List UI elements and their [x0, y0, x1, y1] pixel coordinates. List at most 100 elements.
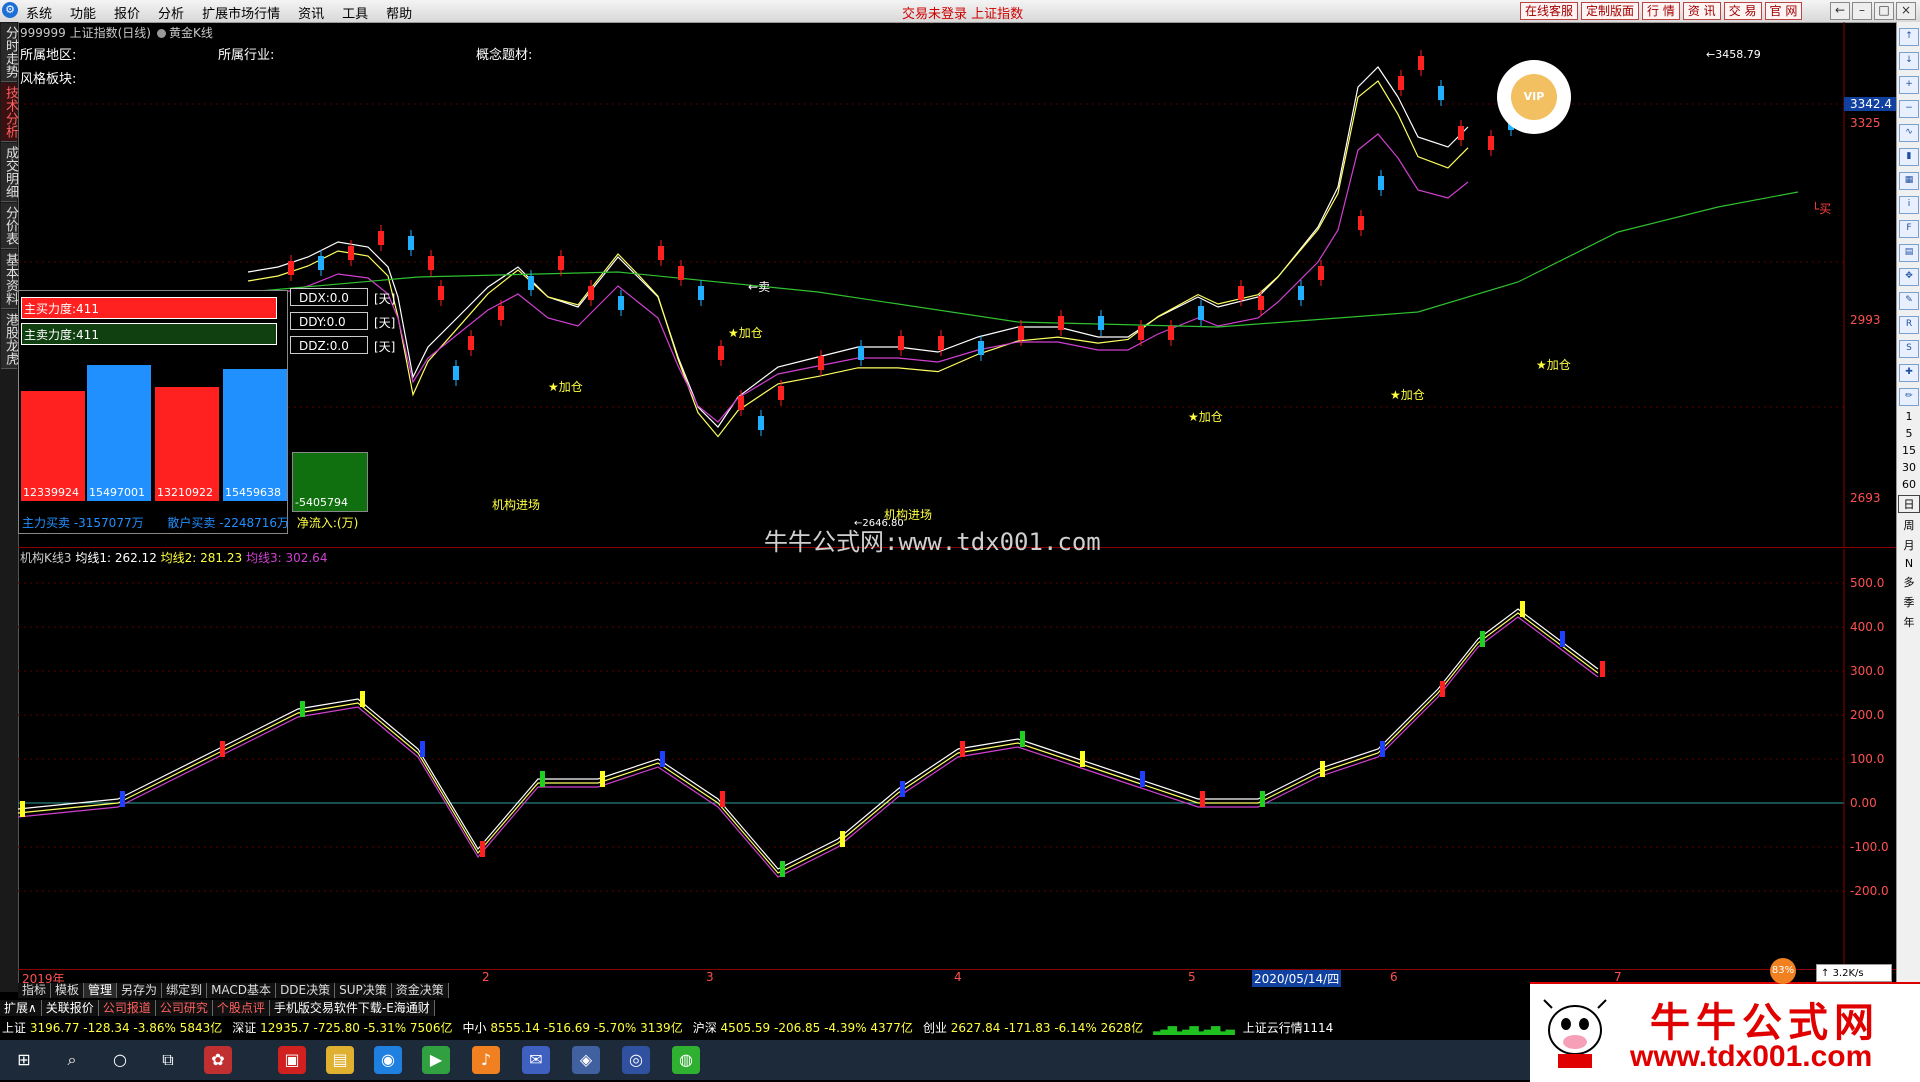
menu-extended-market[interactable]: 扩展市场行情 [202, 3, 280, 22]
period-30min[interactable]: 30 [1899, 461, 1919, 474]
down-arrow-icon[interactable]: ↓ [1899, 52, 1919, 70]
toolbar-macd[interactable]: MACD基本 [207, 983, 277, 998]
tab-hk-dragon[interactable]: 港股龙虎 [1, 310, 18, 369]
tab-trade-detail[interactable]: 成交明细 [1, 143, 18, 202]
period-5min[interactable]: 5 [1899, 427, 1919, 440]
ddx-unit: [天] [374, 292, 396, 306]
period-n[interactable]: N [1899, 557, 1919, 570]
zoom-in-icon[interactable]: + [1899, 76, 1919, 94]
ticker-sme[interactable]: 中小 8555.14 -516.69 -5.70% 3139亿 [462, 1019, 682, 1037]
cortana-icon[interactable]: ○ [106, 1046, 134, 1074]
period-multi[interactable]: 多 [1899, 574, 1919, 590]
app-blue-icon[interactable]: ◈ [572, 1046, 600, 1074]
search-icon[interactable]: ⌕ [58, 1046, 86, 1074]
period-day[interactable]: 日 [1898, 495, 1920, 513]
vip-badge-icon[interactable]: VIP [1497, 60, 1571, 134]
volume-bar: 15497001 [87, 365, 151, 501]
close-icon[interactable]: × [1896, 2, 1916, 20]
maximize-icon[interactable]: □ [1874, 2, 1894, 20]
s-icon[interactable]: S [1899, 340, 1919, 358]
ticker-hs300[interactable]: 沪深 4505.59 -206.85 -4.39% 4377亿 [693, 1019, 913, 1037]
cursor-icon[interactable]: ✥ [1899, 268, 1919, 286]
toolbar-bind[interactable]: 绑定到 [162, 983, 208, 998]
grid-icon[interactable]: ▦ [1899, 172, 1919, 190]
report-icon[interactable]: ▤ [1899, 244, 1919, 262]
menu-quote[interactable]: 报价 [114, 3, 140, 22]
minimize-icon[interactable]: – [1852, 2, 1872, 20]
cloud-quote[interactable]: 上证云行情1114 [1243, 1019, 1334, 1037]
toolbar-capital[interactable]: 资金决策 [391, 983, 449, 998]
zoom-out-icon[interactable]: − [1899, 100, 1919, 118]
toolbar-save-as[interactable]: 另存为 [117, 983, 163, 998]
ddz-unit: [天] [374, 340, 396, 354]
company-research-tab[interactable]: 公司研究 [155, 1000, 213, 1016]
tab-price-table[interactable]: 分价表 [1, 203, 18, 249]
bar-chart-icon[interactable]: ▮ [1899, 148, 1919, 166]
app-red-icon[interactable]: ▣ [278, 1046, 306, 1074]
ind-y-tick: 100.0 [1850, 752, 1885, 766]
period-year[interactable]: 年 [1899, 614, 1919, 630]
trade-button[interactable]: 交 易 [1723, 2, 1762, 20]
online-service-button[interactable]: 在线客服 [1520, 2, 1579, 20]
ticker-gem[interactable]: 创业 2627.84 -171.83 -6.14% 2628亿 [923, 1019, 1143, 1037]
mobile-download-link[interactable]: 手机版交易软件下载-E海通财 [269, 1000, 435, 1016]
menu-analysis[interactable]: 分析 [158, 3, 184, 22]
wechat-icon[interactable]: ◍ [672, 1046, 700, 1074]
stock-review-tab[interactable]: 个股点评 [212, 1000, 270, 1016]
settings-dot-icon[interactable] [157, 29, 166, 38]
line-chart-icon[interactable]: ∿ [1899, 124, 1919, 142]
period-15min[interactable]: 15 [1899, 444, 1919, 457]
app-orange-icon[interactable]: ♪ [472, 1046, 500, 1074]
indicator-chart[interactable] [18, 549, 1896, 970]
tab-intraday[interactable]: 分时走势 [1, 23, 18, 82]
windows-start-icon[interactable]: ⊞ [10, 1046, 38, 1074]
company-report-tab[interactable]: 公司报道 [98, 1000, 156, 1016]
move-icon[interactable]: ✚ [1899, 364, 1919, 382]
toolbar-sup[interactable]: SUP决策 [335, 983, 392, 998]
menu-items: 系统 功能 报价 分析 扩展市场行情 资讯 工具 帮助 [26, 3, 412, 22]
app-pinwheel-icon[interactable]: ✿ [204, 1046, 232, 1074]
toolbar-template[interactable]: 模板 [51, 983, 85, 998]
toolbar-manage[interactable]: 管理 [84, 983, 118, 998]
f10-icon[interactable]: F [1899, 220, 1919, 238]
website-button[interactable]: 官 网 [1764, 2, 1803, 20]
period-1min[interactable]: 1 [1899, 410, 1919, 423]
related-quote-tab[interactable]: 关联报价 [41, 1000, 99, 1016]
volume-bar: 15459638 [223, 369, 287, 501]
menu-news[interactable]: 资讯 [298, 3, 324, 22]
ticker-sh[interactable]: 上证 3196.77 -128.34 -3.86% 5843亿 [2, 1019, 222, 1037]
task-view-icon[interactable]: ⧉ [154, 1046, 182, 1074]
trading-app-icon[interactable]: ◎ [622, 1046, 650, 1074]
menu-function[interactable]: 功能 [70, 3, 96, 22]
toolbar-indicator[interactable]: 指标 [18, 983, 52, 998]
advertisement-logo[interactable]: 牛牛公式网 www.tdx001.com [1530, 982, 1920, 1082]
custom-layout-button[interactable]: 定制版面 [1581, 2, 1640, 20]
ticker-sz[interactable]: 深证 12935.7 -725.80 -5.31% 7506亿 [232, 1019, 452, 1037]
period-week[interactable]: 周 [1899, 517, 1919, 533]
file-explorer-icon[interactable]: ▤ [326, 1046, 354, 1074]
up-arrow-icon[interactable]: ↑ [1899, 28, 1919, 46]
menu-tools[interactable]: 工具 [342, 3, 368, 22]
info-icon[interactable]: i [1899, 196, 1919, 214]
menu-system[interactable]: 系统 [26, 3, 52, 22]
market-button[interactable]: 行 情 [1642, 2, 1680, 20]
ind-y-tick: 200.0 [1850, 708, 1885, 722]
pen-icon[interactable]: ✏ [1899, 388, 1919, 406]
draw-icon[interactable]: ✎ [1899, 292, 1919, 310]
toolbar-dde[interactable]: DDE决策 [276, 983, 336, 998]
browser-icon[interactable]: ◉ [374, 1046, 402, 1074]
period-month[interactable]: 月 [1899, 537, 1919, 553]
tab-basic-info[interactable]: 基本资料 [1, 250, 18, 309]
mail-icon[interactable]: ✉ [522, 1046, 550, 1074]
speed-indicator[interactable]: 83% [1770, 958, 1796, 984]
menu-help[interactable]: 帮助 [386, 3, 412, 22]
extend-toggle[interactable]: 扩展∧ [0, 1000, 42, 1016]
video-player-icon[interactable]: ▶ [422, 1046, 450, 1074]
period-60min[interactable]: 60 [1899, 478, 1919, 491]
add-annotation: ★加仓 [548, 380, 583, 394]
back-icon[interactable]: ← [1830, 2, 1850, 20]
news-button[interactable]: 资 讯 [1682, 2, 1721, 20]
period-quarter[interactable]: 季 [1899, 594, 1919, 610]
tab-technical[interactable]: 技术分析 [1, 83, 18, 142]
rsi-icon[interactable]: R [1899, 316, 1919, 334]
